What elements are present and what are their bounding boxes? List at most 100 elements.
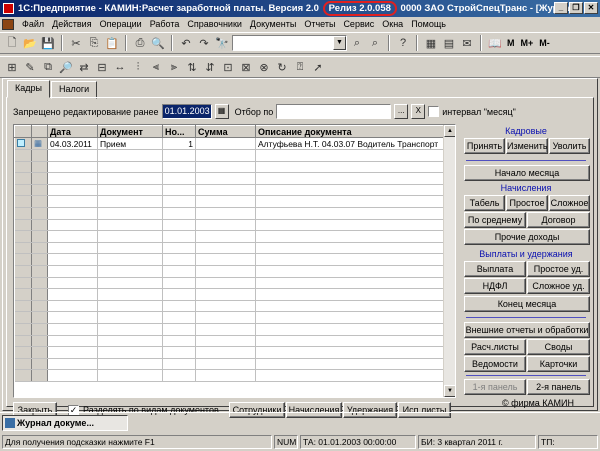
empty-cell[interactable]: [195, 184, 256, 197]
empty-cell[interactable]: [162, 311, 196, 324]
menu-windows[interactable]: Окна: [378, 17, 407, 32]
cut-icon[interactable]: ✂: [68, 35, 84, 51]
empty-cell[interactable]: [255, 219, 446, 232]
empty-cell[interactable]: [97, 346, 163, 359]
edit-row-icon[interactable]: ✎: [22, 59, 38, 75]
empty-cell[interactable]: [47, 335, 98, 348]
empty-cell[interactable]: [195, 358, 256, 371]
empty-cell[interactable]: [97, 323, 163, 336]
empty-cell[interactable]: [14, 300, 32, 313]
empty-cell[interactable]: [31, 346, 48, 359]
empty-cell[interactable]: [97, 335, 163, 348]
empty-cell[interactable]: [255, 184, 446, 197]
add-row-icon[interactable]: ⊞: [4, 59, 20, 75]
sort-desc-icon[interactable]: ⇵: [202, 59, 218, 75]
unpost-icon[interactable]: ⊠: [238, 59, 254, 75]
empty-cell[interactable]: [162, 230, 196, 243]
chevron-down-icon[interactable]: ▼: [333, 36, 346, 50]
menu-references[interactable]: Справочники: [183, 17, 246, 32]
empty-cell[interactable]: [31, 277, 48, 290]
save-icon[interactable]: 💾: [40, 35, 56, 51]
empty-cell[interactable]: [31, 172, 48, 185]
cell-document[interactable]: Прием: [97, 137, 163, 150]
empty-cell[interactable]: [162, 265, 196, 278]
other-income-button[interactable]: Прочие доходы: [464, 229, 590, 245]
empty-cell[interactable]: [162, 300, 196, 313]
empty-cell[interactable]: [31, 219, 48, 232]
empty-cell[interactable]: [97, 300, 163, 313]
empty-cell[interactable]: [97, 288, 163, 301]
empty-cell[interactable]: [97, 265, 163, 278]
empty-cell[interactable]: [31, 369, 48, 382]
refresh-icon[interactable]: ↻: [274, 59, 290, 75]
empty-cell[interactable]: [195, 230, 256, 243]
empty-cell[interactable]: [97, 358, 163, 371]
search-combo[interactable]: ▼: [232, 35, 347, 51]
empty-cell[interactable]: [14, 230, 32, 243]
cell-date[interactable]: 04.03.2011: [47, 137, 98, 150]
statements-button[interactable]: Ведомости: [464, 356, 526, 372]
column-header-date[interactable]: Дата: [47, 125, 98, 138]
memory-button[interactable]: M: [505, 38, 517, 48]
empty-cell[interactable]: [31, 335, 48, 348]
empty-cell[interactable]: [162, 172, 196, 185]
search-next-icon[interactable]: ⌕: [349, 35, 365, 51]
empty-cell[interactable]: [195, 172, 256, 185]
column-header[interactable]: [14, 125, 32, 138]
restore-button[interactable]: ❐: [569, 2, 583, 14]
table-row-empty[interactable]: [14, 149, 446, 162]
empty-cell[interactable]: [31, 253, 48, 266]
empty-cell[interactable]: [47, 161, 98, 174]
empty-cell[interactable]: [162, 195, 196, 208]
table-row-empty[interactable]: [14, 369, 446, 382]
cell-description[interactable]: Алтуфьева Н.Т. 04.03.07 Водитель Транспо…: [255, 137, 446, 150]
calculator-icon[interactable]: ▦: [423, 35, 439, 51]
otbor-field[interactable]: [276, 104, 392, 119]
empty-cell[interactable]: [14, 277, 32, 290]
column-header-description[interactable]: Описание документа: [255, 125, 446, 138]
calendar-picker-button[interactable]: ▦: [214, 104, 229, 119]
empty-cell[interactable]: [47, 230, 98, 243]
empty-cell[interactable]: [195, 207, 256, 220]
empty-cell[interactable]: [14, 265, 32, 278]
scroll-up-icon[interactable]: ▲: [444, 125, 455, 137]
column-header-document[interactable]: Документ: [97, 125, 163, 138]
month-end-button[interactable]: Конец месяца: [464, 296, 590, 312]
empty-cell[interactable]: [162, 161, 196, 174]
empty-cell[interactable]: [195, 149, 256, 162]
empty-cell[interactable]: [31, 288, 48, 301]
empty-cell[interactable]: [31, 149, 48, 162]
empty-cell[interactable]: [97, 219, 163, 232]
empty-cell[interactable]: [255, 323, 446, 336]
undo-icon[interactable]: ↶: [178, 35, 194, 51]
empty-cell[interactable]: [31, 184, 48, 197]
close-button[interactable]: ✕: [584, 2, 598, 14]
empty-cell[interactable]: [255, 207, 446, 220]
empty-cell[interactable]: [162, 369, 196, 382]
vertical-scrollbar[interactable]: ▲ ▼: [443, 125, 455, 397]
empty-cell[interactable]: [195, 277, 256, 290]
empty-cell[interactable]: [97, 230, 163, 243]
empty-cell[interactable]: [162, 358, 196, 371]
scroll-down-icon[interactable]: ▼: [444, 385, 455, 397]
empty-cell[interactable]: [14, 242, 32, 255]
empty-cell[interactable]: [195, 346, 256, 359]
empty-cell[interactable]: [14, 323, 32, 336]
paste-icon[interactable]: 📋: [104, 35, 120, 51]
empty-cell[interactable]: [47, 253, 98, 266]
empty-cell[interactable]: [31, 230, 48, 243]
table-row-empty[interactable]: [14, 277, 446, 290]
empty-cell[interactable]: [162, 323, 196, 336]
empty-cell[interactable]: [255, 346, 446, 359]
help-question-icon[interactable]: ⍰: [292, 59, 308, 75]
empty-cell[interactable]: [47, 219, 98, 232]
average-button[interactable]: По среднему: [464, 212, 526, 228]
print-icon[interactable]: ⎙: [132, 35, 148, 51]
table-row-empty[interactable]: [14, 346, 446, 359]
empty-cell[interactable]: [255, 253, 446, 266]
open-icon[interactable]: 📂: [22, 35, 38, 51]
table-row-empty[interactable]: [14, 253, 446, 266]
empty-cell[interactable]: [14, 207, 32, 220]
summaries-button[interactable]: Своды: [527, 339, 590, 355]
empty-cell[interactable]: [14, 346, 32, 359]
